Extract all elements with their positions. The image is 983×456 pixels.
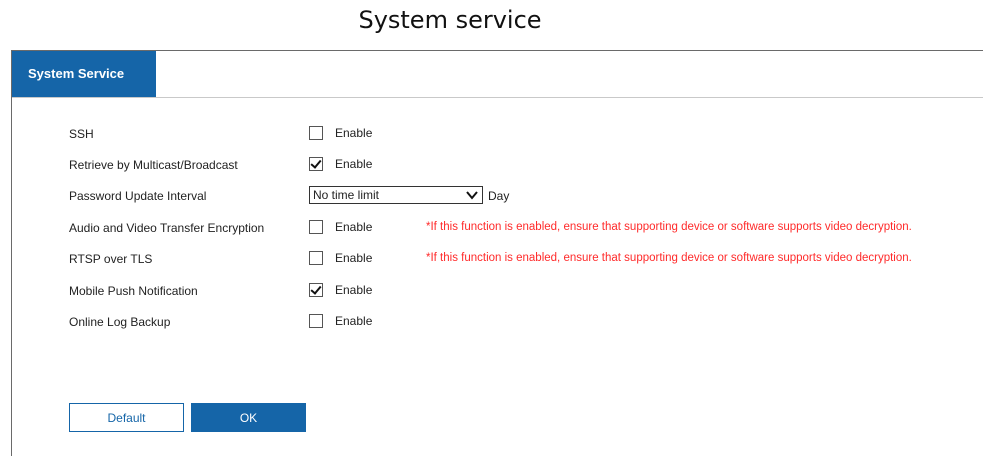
password-interval-unit: Day	[488, 189, 510, 203]
av-encryption-label: Audio and Video Transfer Encryption	[69, 221, 265, 235]
push-notification-checkbox[interactable]	[309, 283, 323, 297]
rtsp-tls-checkbox[interactable]	[309, 251, 323, 265]
rtsp-tls-row: RTSP over TLS Enable *If this function i…	[69, 249, 983, 269]
av-encryption-row: Audio and Video Transfer Encryption Enab…	[69, 218, 983, 238]
av-encryption-enable-option: Enable	[309, 220, 372, 234]
rtsp-tls-enable-label: Enable	[335, 251, 373, 265]
ok-button[interactable]: OK	[191, 403, 306, 432]
av-encryption-warning: *If this function is enabled, ensure tha…	[426, 221, 912, 233]
log-backup-row: Online Log Backup Enable	[69, 312, 983, 332]
rtsp-tls-enable-option: Enable	[309, 251, 372, 265]
tab-system-service[interactable]: System Service	[12, 51, 156, 97]
push-notification-label: Mobile Push Notification	[69, 284, 198, 298]
log-backup-enable-label: Enable	[335, 314, 373, 328]
settings-panel: System Service SSH Enable Retrieve by Mu…	[11, 50, 983, 456]
chevron-down-icon	[466, 191, 478, 200]
multicast-checkbox[interactable]	[309, 157, 323, 171]
push-notification-enable-option: Enable	[309, 283, 372, 297]
ssh-row: SSH Enable	[69, 124, 983, 144]
ssh-enable-label: Enable	[335, 126, 373, 140]
multicast-row: Retrieve by Multicast/Broadcast Enable	[69, 155, 983, 175]
ssh-checkbox[interactable]	[309, 126, 323, 140]
av-encryption-checkbox[interactable]	[309, 220, 323, 234]
log-backup-label: Online Log Backup	[69, 315, 171, 329]
log-backup-enable-option: Enable	[309, 314, 372, 328]
rtsp-tls-warning: *If this function is enabled, ensure tha…	[426, 252, 912, 264]
ssh-enable-option: Enable	[309, 126, 372, 140]
push-notification-enable-label: Enable	[335, 283, 373, 297]
multicast-enable-option: Enable	[309, 157, 372, 171]
password-interval-select[interactable]: No time limit	[309, 186, 483, 204]
password-interval-value: No time limit	[313, 188, 380, 202]
password-interval-row: Password Update Interval No time limit D…	[69, 186, 983, 206]
rtsp-tls-label: RTSP over TLS	[69, 252, 153, 266]
ssh-label: SSH	[69, 127, 94, 141]
av-encryption-enable-label: Enable	[335, 220, 373, 234]
multicast-enable-label: Enable	[335, 157, 373, 171]
default-button[interactable]: Default	[69, 403, 184, 432]
page-caption: System service	[358, 6, 542, 34]
push-notification-row: Mobile Push Notification Enable	[69, 281, 983, 301]
log-backup-checkbox[interactable]	[309, 314, 323, 328]
tab-bar: System Service	[12, 51, 983, 98]
multicast-label: Retrieve by Multicast/Broadcast	[69, 158, 238, 172]
password-interval-label: Password Update Interval	[69, 189, 207, 203]
